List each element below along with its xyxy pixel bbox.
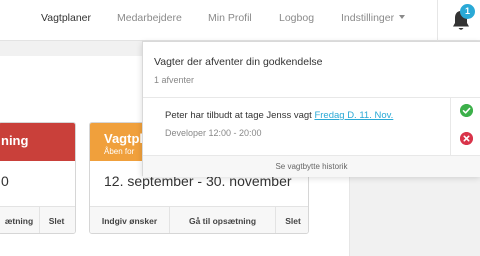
card-title: ning (1, 133, 29, 148)
approval-actions (450, 97, 480, 155)
pending-count: 1 afventer (154, 75, 195, 85)
notification-item-text: Peter har tilbudt at tage Jenss vagt Fre… (165, 110, 393, 121)
go-to-setup-button[interactable]: Gå til opsætning (170, 207, 276, 233)
submit-wishes-button[interactable]: Indgiv ønsker (90, 207, 170, 233)
nav-item-indstillinger[interactable]: Indstillinger (341, 12, 394, 24)
top-nav: Vagtplaner Medarbejdere Min Profil Logbo… (0, 0, 480, 41)
setup-button[interactable]: ætning (0, 207, 40, 233)
notifications-dropdown: Vagter der afventer din godkendelse 1 af… (142, 41, 480, 177)
delete-button[interactable]: Slet (276, 207, 308, 233)
card-header: ning (0, 123, 75, 161)
shift-swap-history-link[interactable]: Se vagtbytte historik (143, 155, 480, 177)
nav-divider (437, 0, 438, 41)
notification-message: Peter har tilbudt at tage Jenss vagt (165, 110, 315, 121)
schedule-card-1: ning 0 ætning Slet (0, 122, 76, 234)
nav-item-medarbejdere[interactable]: Medarbejdere (117, 12, 182, 24)
card-subtitle: Åben for (104, 147, 135, 156)
nav-item-logbog[interactable]: Logbog (279, 12, 314, 24)
notification-badge[interactable]: 1 (460, 4, 475, 19)
nav-item-min-profil[interactable]: Min Profil (208, 12, 252, 24)
nav-item-vagtplaner[interactable]: Vagtplaner (41, 12, 91, 24)
divider (143, 97, 480, 98)
x-circle-icon[interactable] (460, 132, 473, 145)
card-period: 0 (1, 173, 9, 189)
check-circle-icon[interactable] (460, 104, 473, 117)
card-actions: Indgiv ønsker Gå til opsætning Slet (90, 206, 308, 233)
card-actions: ætning Slet (0, 206, 75, 233)
dropdown-title: Vagter der afventer din godkendelse (154, 56, 323, 68)
shift-date-link[interactable]: Fredag D. 11. Nov. (314, 110, 393, 121)
delete-button[interactable]: Slet (40, 207, 73, 233)
chevron-down-icon[interactable] (399, 15, 405, 19)
notification-item-detail: Developer 12:00 - 20:00 (165, 128, 262, 138)
